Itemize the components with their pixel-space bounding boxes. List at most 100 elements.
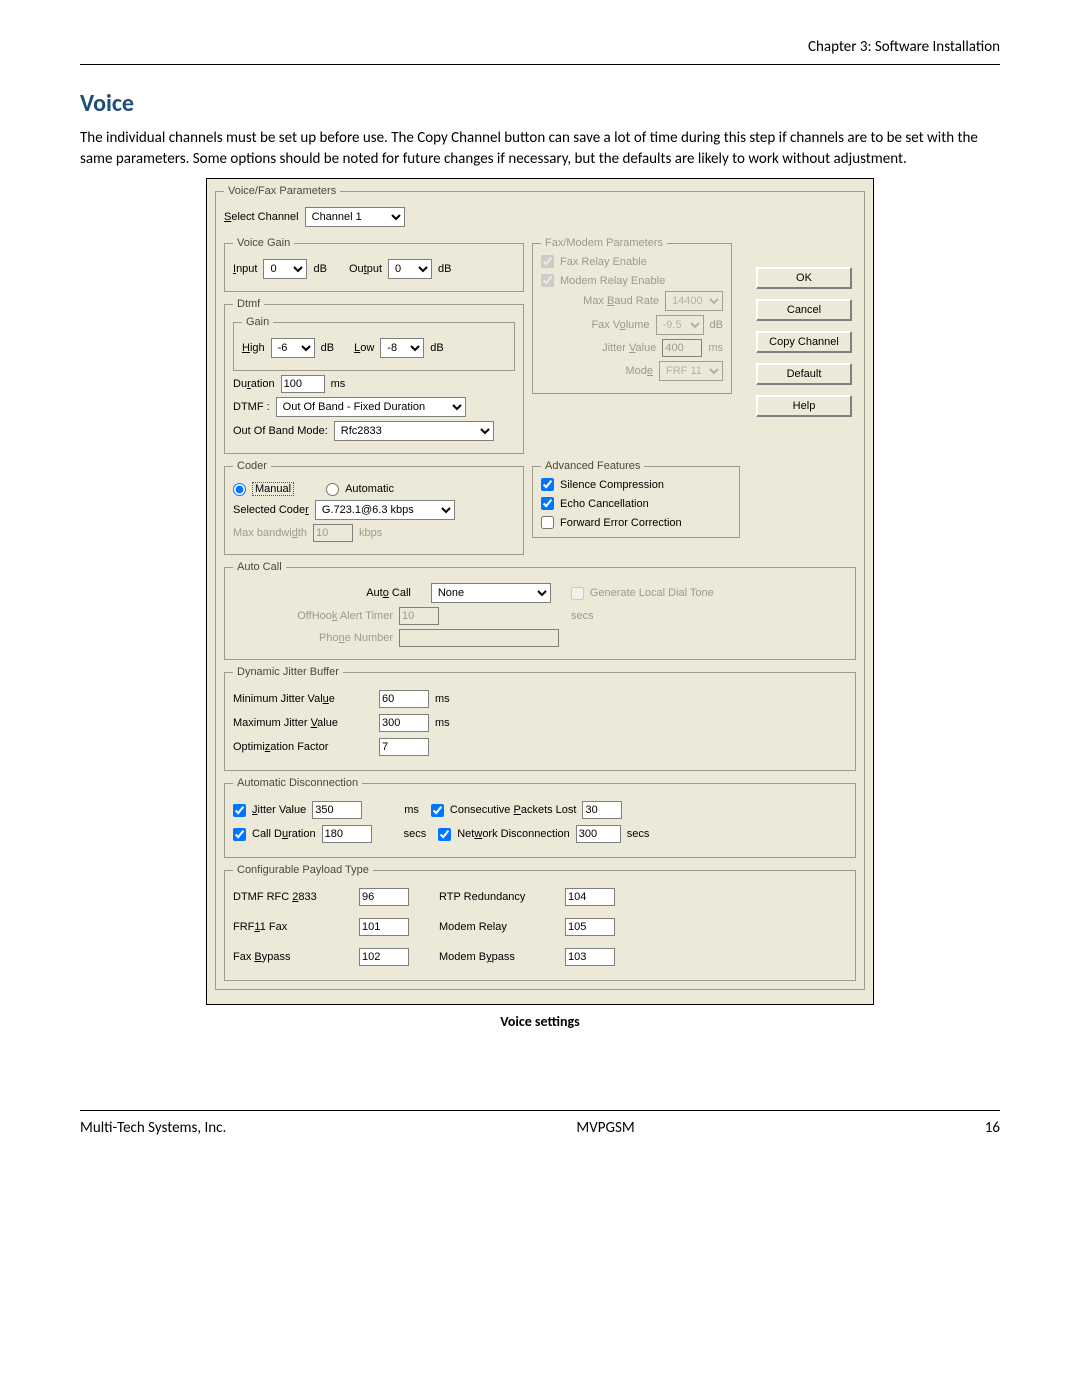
ok-button[interactable]: OK bbox=[756, 267, 852, 289]
ad-packets-input[interactable] bbox=[582, 801, 622, 819]
fax-jitter-unit: ms bbox=[708, 342, 723, 354]
ad-netdisc-label: Network Disconnection bbox=[457, 828, 570, 840]
ad-calldur-unit: secs bbox=[404, 828, 427, 840]
coder-manual-radio[interactable] bbox=[233, 483, 246, 496]
dtmf-duration-input[interactable] bbox=[281, 375, 325, 393]
select-channel-dropdown[interactable]: Channel 1 bbox=[305, 207, 405, 227]
dtmf-group: Dtmf Gain High -6 dB Low -8 bbox=[224, 298, 524, 454]
min-jitter-unit: ms bbox=[435, 693, 450, 705]
pl-rtp-label: RTP Redundancy bbox=[439, 891, 559, 903]
pl-modembypass-label: Modem Bypass bbox=[439, 951, 559, 963]
ad-calldur-input[interactable] bbox=[322, 825, 372, 843]
gen-dialtone-label: Generate Local Dial Tone bbox=[590, 587, 714, 599]
pl-dtmf-label: DTMF RFC 2833 bbox=[233, 891, 353, 903]
dtmf-high-label: High bbox=[242, 342, 265, 354]
pl-rtp-input[interactable] bbox=[565, 888, 615, 906]
voice-fax-legend: Voice/Fax Parameters bbox=[224, 185, 340, 197]
pl-dtmf-input[interactable] bbox=[359, 888, 409, 906]
ad-jitter-label: Jitter Value bbox=[252, 804, 306, 816]
dtmf-low-dropdown[interactable]: -8 bbox=[380, 338, 424, 358]
max-jitter-input[interactable] bbox=[379, 714, 429, 732]
offhook-input bbox=[399, 607, 439, 625]
ad-jitter-input[interactable] bbox=[312, 801, 362, 819]
dtmf-legend: Dtmf bbox=[233, 298, 264, 310]
ad-calldur-label: Call Duration bbox=[252, 828, 316, 840]
min-jitter-label: Minimum Jitter Value bbox=[233, 693, 373, 705]
input-gain-dropdown[interactable]: 0 bbox=[263, 259, 307, 279]
max-jitter-unit: ms bbox=[435, 717, 450, 729]
pl-faxbypass-label: Fax Bypass bbox=[233, 951, 353, 963]
fax-volume-unit: dB bbox=[710, 319, 723, 331]
pl-frf-input[interactable] bbox=[359, 918, 409, 936]
echo-label: Echo Cancellation bbox=[560, 498, 649, 510]
footer-right: 16 bbox=[985, 1119, 1000, 1137]
selected-coder-dropdown[interactable]: G.723.1@6.3 kbps bbox=[315, 500, 455, 520]
oob-mode-dropdown[interactable]: Rfc2833 bbox=[334, 421, 494, 441]
jitter-legend: Dynamic Jitter Buffer bbox=[233, 666, 343, 678]
fax-relay-checkbox bbox=[541, 255, 554, 268]
coder-auto-radio[interactable] bbox=[326, 483, 339, 496]
help-button[interactable]: Help bbox=[756, 395, 852, 417]
coder-auto-radio-wrap[interactable]: Automatic bbox=[326, 483, 394, 496]
autocall-dropdown[interactable]: None bbox=[431, 583, 551, 603]
copy-channel-button[interactable]: Copy Channel bbox=[756, 331, 852, 353]
fax-volume-label: Fax Volume bbox=[591, 319, 649, 331]
ad-packets-checkbox[interactable] bbox=[431, 804, 444, 817]
figure-caption: Voice settings bbox=[80, 1013, 1000, 1030]
input-gain-unit: dB bbox=[313, 263, 326, 275]
payload-group: Configurable Payload Type DTMF RFC 2833 … bbox=[224, 864, 856, 981]
fax-modem-legend: Fax/Modem Parameters bbox=[541, 237, 667, 249]
phone-input bbox=[399, 629, 559, 647]
dtmf-high-dropdown[interactable]: -6 bbox=[271, 338, 315, 358]
max-bw-unit: kbps bbox=[359, 527, 382, 539]
pl-modemrelay-label: Modem Relay bbox=[439, 921, 559, 933]
dtmf-duration-label: Duration bbox=[233, 378, 275, 390]
fax-mode-dropdown: FRF 11 bbox=[659, 361, 723, 381]
fec-checkbox[interactable] bbox=[541, 516, 554, 529]
output-gain-dropdown[interactable]: 0 bbox=[388, 259, 432, 279]
voice-fax-group: Voice/Fax Parameters OK Cancel Copy Chan… bbox=[215, 185, 865, 990]
fax-jitter-label: Jitter Value bbox=[602, 342, 656, 354]
offhook-label: OffHook Alert Timer bbox=[273, 610, 393, 622]
voice-gain-legend: Voice Gain bbox=[233, 237, 294, 249]
dtmf-mode-dropdown[interactable]: Out Of Band - Fixed Duration bbox=[276, 397, 466, 417]
pl-modemrelay-input[interactable] bbox=[565, 918, 615, 936]
max-jitter-label: Maximum Jitter Value bbox=[233, 717, 373, 729]
dtmf-mode-label: DTMF : bbox=[233, 401, 270, 413]
autocall-legend: Auto Call bbox=[233, 561, 286, 573]
echo-checkbox[interactable] bbox=[541, 497, 554, 510]
ad-calldur-checkbox[interactable] bbox=[233, 828, 246, 841]
opt-factor-label: Optimization Factor bbox=[233, 741, 373, 753]
autocall-group: Auto Call Auto Call None Generate Local … bbox=[224, 561, 856, 660]
select-channel-label: Select Channel bbox=[224, 211, 299, 223]
opt-factor-input[interactable] bbox=[379, 738, 429, 756]
adv-features-legend: Advanced Features bbox=[541, 460, 644, 472]
dtmf-gain-legend: Gain bbox=[242, 316, 273, 328]
pl-faxbypass-input[interactable] bbox=[359, 948, 409, 966]
coder-manual-radio-wrap[interactable]: Manual bbox=[233, 482, 294, 496]
cancel-button[interactable]: Cancel bbox=[756, 299, 852, 321]
min-jitter-input[interactable] bbox=[379, 690, 429, 708]
autodisc-group: Automatic Disconnection Jitter Value ms … bbox=[224, 777, 856, 858]
intro-text: The individual channels must be set up b… bbox=[80, 128, 1000, 170]
modem-relay-checkbox bbox=[541, 274, 554, 287]
fax-modem-group: Fax/Modem Parameters Fax Relay Enable Mo… bbox=[532, 237, 732, 394]
jitter-group: Dynamic Jitter Buffer Minimum Jitter Val… bbox=[224, 666, 856, 771]
fax-jitter-input bbox=[662, 339, 702, 357]
default-button[interactable]: Default bbox=[756, 363, 852, 385]
pl-frf-label: FRF11 Fax bbox=[233, 921, 353, 933]
fec-label: Forward Error Correction bbox=[560, 517, 682, 529]
autocall-label: Auto Call bbox=[366, 587, 411, 599]
output-gain-unit: dB bbox=[438, 263, 451, 275]
silence-checkbox[interactable] bbox=[541, 478, 554, 491]
voice-fax-dialog: Voice/Fax Parameters OK Cancel Copy Chan… bbox=[206, 178, 874, 1005]
ad-jitter-checkbox[interactable] bbox=[233, 804, 246, 817]
max-baud-label: Max Baud Rate bbox=[583, 295, 659, 307]
dtmf-gain-group: Gain High -6 dB Low -8 dB bbox=[233, 316, 515, 371]
pl-modembypass-input[interactable] bbox=[565, 948, 615, 966]
ad-jitter-unit: ms bbox=[404, 804, 419, 816]
voice-gain-group: Voice Gain Input 0 dB Output 0 dB bbox=[224, 237, 524, 292]
ad-netdisc-input[interactable] bbox=[576, 825, 621, 843]
ad-netdisc-checkbox[interactable] bbox=[438, 828, 451, 841]
max-bw-label: Max bandwidth bbox=[233, 527, 307, 539]
